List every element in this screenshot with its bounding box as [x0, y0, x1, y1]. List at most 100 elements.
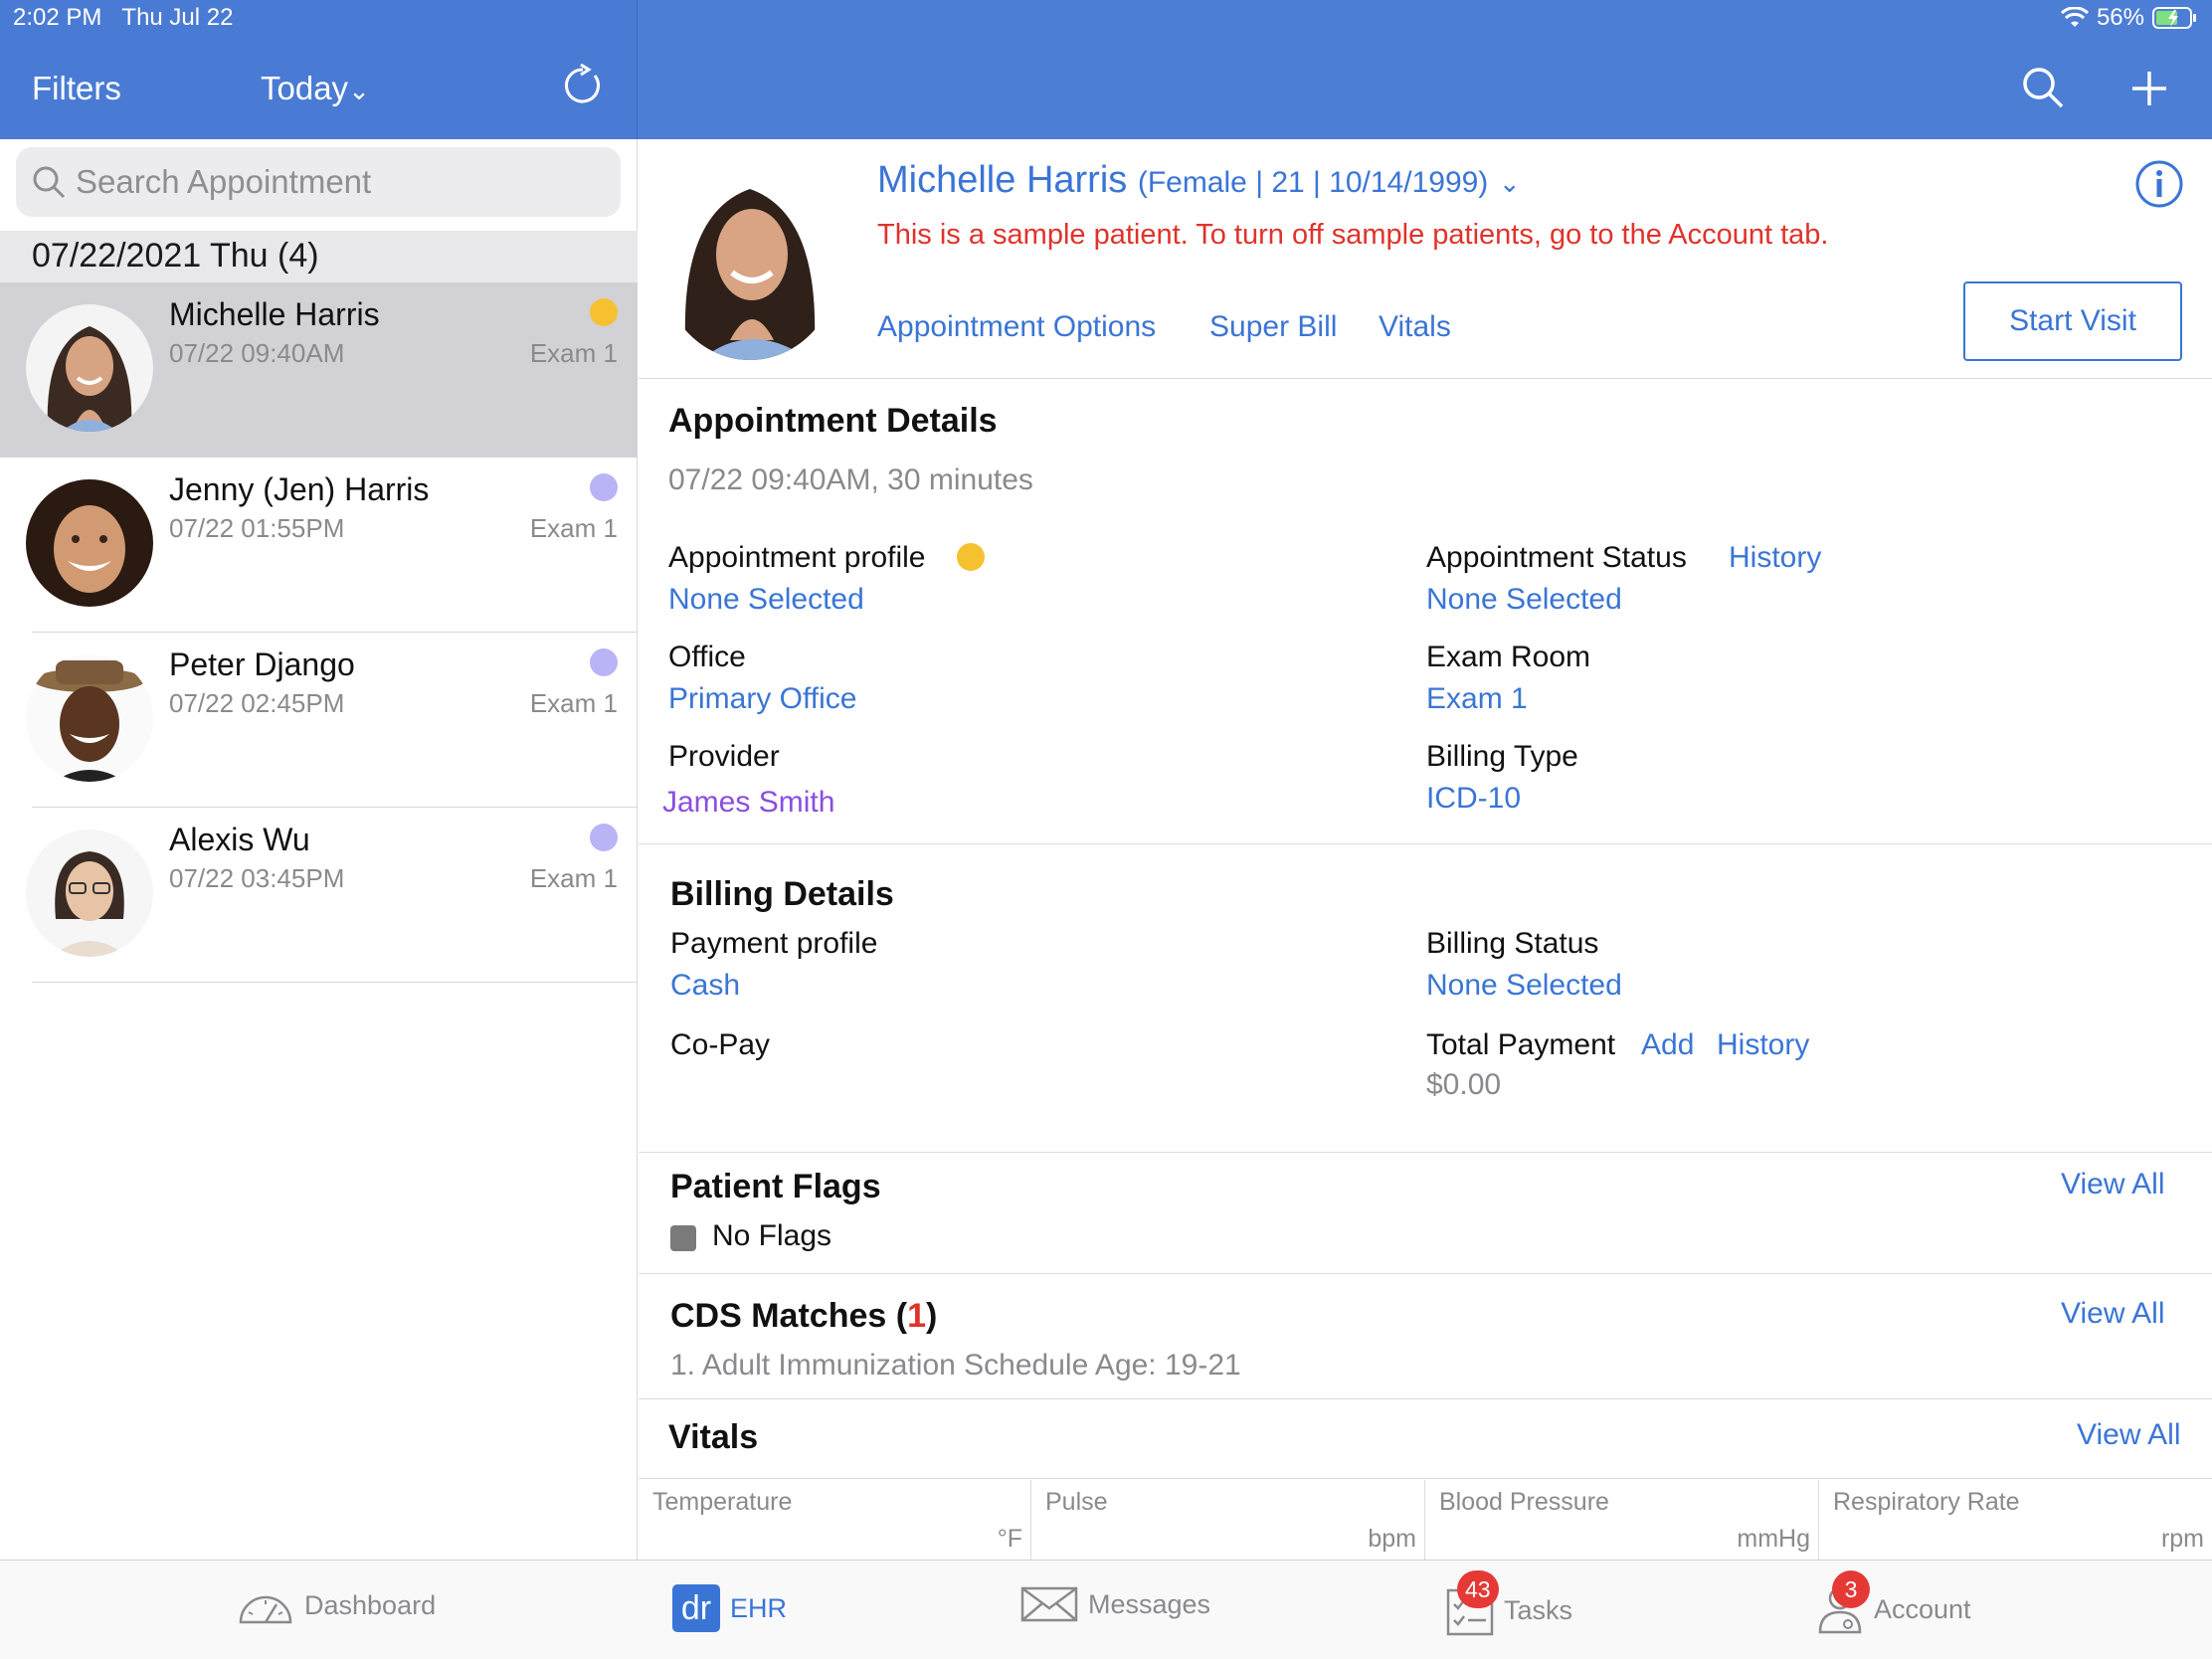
- date-section-header: 07/22/2021 Thu (4): [0, 231, 638, 282]
- appointment-list-panel: Search Appointment 07/22/2021 Thu (4) Mi…: [0, 139, 638, 1560]
- patient-name: Michelle Harris: [877, 159, 1128, 201]
- office-label: Office: [668, 641, 746, 673]
- patient-flags-title: Patient Flags: [670, 1168, 881, 1205]
- vital-blood-pressure-cell[interactable]: Blood Pressure mmHg: [1425, 1480, 1819, 1560]
- search-bar[interactable]: Search Appointment: [16, 147, 621, 217]
- battery-icon: [2152, 7, 2196, 29]
- appointment-item-peter-django[interactable]: Peter Django 07/22 02:45PM Exam 1: [0, 633, 638, 808]
- vital-label: Blood Pressure: [1439, 1488, 1609, 1516]
- wifi-icon: [2060, 7, 2089, 27]
- tasks-badge: 43: [1457, 1570, 1499, 1608]
- divider: [639, 378, 2212, 379]
- billing-type-value[interactable]: ICD-10: [1426, 782, 1521, 816]
- tab-label: Dashboard: [304, 1589, 437, 1620]
- appointment-item-jenny-harris[interactable]: Jenny (Jen) Harris 07/22 01:55PM Exam 1: [0, 458, 638, 633]
- filters-button[interactable]: Filters: [32, 70, 121, 107]
- total-payment-value: $0.00: [1426, 1068, 1502, 1101]
- appointment-details-title: Appointment Details: [668, 402, 998, 440]
- refresh-icon[interactable]: [561, 64, 605, 107]
- vital-respiratory-rate-cell[interactable]: Respiratory Rate rpm: [1819, 1480, 2212, 1560]
- cds-match-item[interactable]: 1. Adult Immunization Schedule Age: 19-2…: [670, 1349, 1241, 1382]
- exam-room-label: Exam Room: [1426, 641, 1591, 673]
- appointment-time: 07/22 02:45PM: [169, 688, 345, 718]
- chevron-down-icon: ⌄: [348, 76, 370, 105]
- total-payment-label: Total Payment: [1426, 1028, 1616, 1061]
- flags-view-all-link[interactable]: View All: [2061, 1168, 2165, 1201]
- vital-unit: mmHg: [1737, 1525, 1810, 1553]
- patient-name: Jenny (Jen) Harris: [169, 471, 430, 507]
- billing-type-label: Billing Type: [1426, 740, 1578, 773]
- vital-unit: °F: [997, 1525, 1022, 1553]
- add-payment-link[interactable]: Add: [1641, 1028, 1694, 1062]
- search-input[interactable]: Search Appointment: [76, 163, 371, 201]
- ehr-logo-icon: dr: [672, 1584, 720, 1632]
- status-dot: [590, 824, 618, 851]
- avatar: [26, 304, 153, 432]
- appointment-options-link[interactable]: Appointment Options: [877, 310, 1156, 344]
- appointment-item-alexis-wu[interactable]: Alexis Wu 07/22 03:45PM Exam 1: [0, 808, 638, 983]
- appointment-time: 07/22 09:40AM: [169, 338, 345, 368]
- exam-room: Exam 1: [529, 863, 618, 893]
- vital-label: Pulse: [1045, 1488, 1108, 1516]
- date-range-label: Today: [261, 70, 349, 106]
- patient-name: Peter Django: [169, 646, 355, 682]
- exam-room: Exam 1: [529, 513, 618, 543]
- tab-label: EHR: [730, 1592, 788, 1623]
- profile-color-dot: [957, 543, 985, 571]
- info-icon[interactable]: [2134, 159, 2184, 209]
- billing-status-value[interactable]: None Selected: [1426, 969, 1622, 1003]
- appointment-profile-label: Appointment profile: [668, 541, 926, 574]
- date-range-dropdown[interactable]: Today⌄: [261, 70, 370, 107]
- tab-label: Account: [1874, 1593, 1971, 1624]
- vitals-view-all-link[interactable]: View All: [2077, 1418, 2181, 1452]
- billing-status-label: Billing Status: [1426, 927, 1599, 960]
- tab-ehr[interactable]: dr EHR: [672, 1584, 787, 1632]
- tab-dashboard[interactable]: Dashboard: [237, 1584, 436, 1626]
- avatar: [26, 479, 153, 607]
- status-dot: [590, 473, 618, 501]
- tab-messages[interactable]: Messages: [1020, 1584, 1210, 1624]
- vital-pulse-cell[interactable]: Pulse bpm: [1031, 1480, 1425, 1560]
- cds-count: 1: [907, 1297, 926, 1335]
- patient-demographics: (Female | 21 | 10/14/1999): [1137, 166, 1489, 199]
- vital-temperature-cell[interactable]: Temperature °F: [639, 1480, 1031, 1560]
- vital-label: Respiratory Rate: [1833, 1488, 2020, 1516]
- provider-value[interactable]: James Smith: [662, 786, 834, 820]
- status-history-link[interactable]: History: [1729, 541, 1821, 575]
- payment-profile-value[interactable]: Cash: [670, 969, 740, 1003]
- exam-room: Exam 1: [529, 688, 618, 718]
- exam-room: Exam 1: [529, 338, 618, 368]
- billing-details-title: Billing Details: [670, 875, 894, 913]
- divider: [32, 982, 638, 983]
- appointment-status-label: Appointment Status: [1426, 541, 1687, 574]
- patient-header[interactable]: Michelle Harris (Female | 21 | 10/14/199…: [877, 159, 1521, 202]
- appointment-time: 07/22 03:45PM: [169, 863, 345, 893]
- cds-view-all-link[interactable]: View All: [2061, 1297, 2165, 1331]
- appointment-item-michelle-harris[interactable]: Michelle Harris 07/22 09:40AM Exam 1: [0, 282, 638, 458]
- super-bill-link[interactable]: Super Bill: [1209, 310, 1337, 344]
- vital-unit: bpm: [1368, 1525, 1416, 1553]
- divider: [639, 1152, 2212, 1153]
- top-bar: 2:02 PM Thu Jul 22 56% Filters Today⌄: [0, 0, 2212, 139]
- payment-history-link[interactable]: History: [1717, 1028, 1809, 1062]
- battery-percent: 56%: [2096, 4, 2144, 31]
- exam-room-value[interactable]: Exam 1: [1426, 682, 1528, 716]
- office-value[interactable]: Primary Office: [668, 682, 856, 716]
- appointment-time: 07/22 01:55PM: [169, 513, 345, 543]
- no-flags-text: No Flags: [712, 1219, 832, 1252]
- appointment-profile-value[interactable]: None Selected: [668, 583, 864, 617]
- search-icon: [33, 166, 66, 199]
- appointment-detail-panel: Michelle Harris (Female | 21 | 10/14/199…: [639, 139, 2212, 1560]
- envelope-icon: [1020, 1586, 1078, 1622]
- add-icon[interactable]: [2130, 70, 2168, 107]
- start-visit-button[interactable]: Start Visit: [1963, 281, 2182, 361]
- provider-label: Provider: [668, 740, 780, 773]
- copay-label: Co-Pay: [670, 1028, 771, 1061]
- divider: [639, 1273, 2212, 1274]
- vitals-link[interactable]: Vitals: [1379, 310, 1451, 344]
- appointment-status-value[interactable]: None Selected: [1426, 583, 1622, 617]
- tab-label: Messages: [1088, 1588, 1211, 1619]
- search-icon[interactable]: [2021, 66, 2065, 109]
- payment-profile-label: Payment profile: [670, 927, 878, 960]
- vital-label: Temperature: [652, 1488, 793, 1516]
